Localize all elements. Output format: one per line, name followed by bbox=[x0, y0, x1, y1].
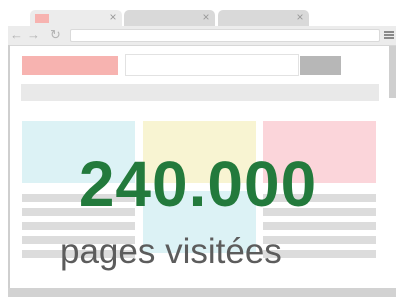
visits-caption: pages visitées bbox=[60, 232, 282, 271]
back-icon[interactable]: ← bbox=[10, 27, 23, 43]
browser-toolbar: ← → ↻ bbox=[8, 26, 396, 46]
text-line bbox=[263, 222, 376, 230]
visits-count: 240.000 bbox=[78, 148, 318, 220]
close-tab-icon[interactable]: × bbox=[200, 11, 212, 23]
favicon-icon bbox=[35, 14, 49, 23]
site-nav-bar bbox=[21, 84, 379, 101]
close-tab-icon[interactable]: × bbox=[107, 11, 119, 23]
close-tab-icon[interactable]: × bbox=[294, 11, 306, 23]
tab-strip: × × × bbox=[0, 0, 396, 26]
address-bar[interactable] bbox=[70, 29, 380, 42]
window-bottom-bar bbox=[8, 288, 396, 297]
text-line bbox=[22, 222, 135, 230]
menu-icon[interactable] bbox=[384, 31, 394, 40]
forward-icon[interactable]: → bbox=[27, 27, 40, 43]
scrollbar[interactable] bbox=[389, 46, 396, 98]
browser-tab[interactable]: × bbox=[124, 10, 215, 26]
reload-icon[interactable]: ↻ bbox=[49, 27, 62, 43]
site-logo bbox=[22, 56, 118, 75]
search-button[interactable] bbox=[300, 56, 341, 75]
browser-tab[interactable]: × bbox=[218, 10, 309, 26]
search-input[interactable] bbox=[125, 54, 299, 76]
browser-tab-active[interactable]: × bbox=[30, 10, 122, 26]
